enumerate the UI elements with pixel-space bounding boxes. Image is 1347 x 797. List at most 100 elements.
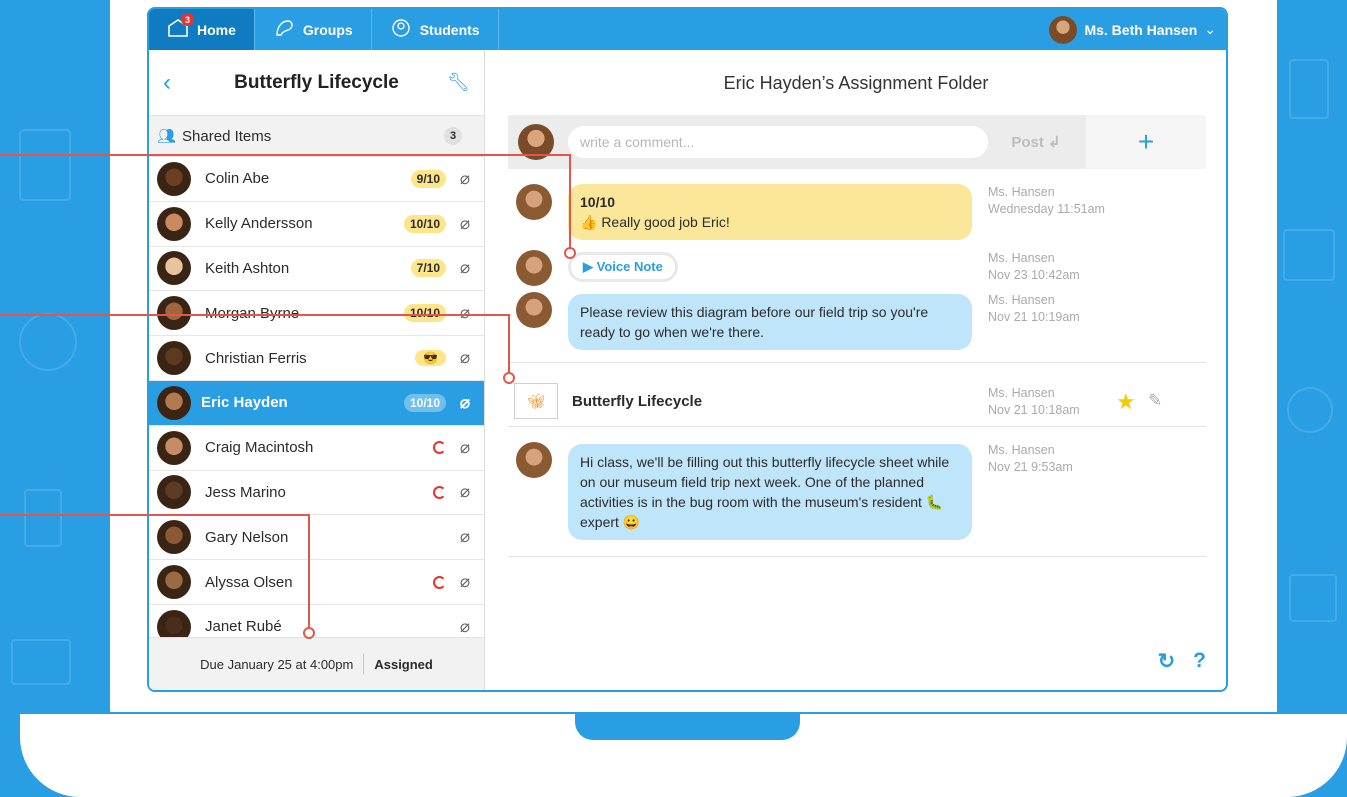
- student-name: Kelly Andersson: [205, 215, 313, 233]
- wrench-icon[interactable]: 🔧︎: [430, 72, 470, 93]
- student-name: Gary Nelson: [205, 528, 289, 546]
- student-row[interactable]: Kelly Andersson 10/10 ⌀: [149, 202, 484, 247]
- refresh-icon[interactable]: ↻: [1158, 649, 1176, 674]
- notification-badge: 3: [181, 13, 194, 26]
- student-name: Keith Ashton: [205, 259, 290, 277]
- tab-students[interactable]: Students: [372, 9, 499, 50]
- student-name: Christian Ferris: [205, 349, 307, 367]
- paperclip-icon: ⌀: [459, 213, 471, 233]
- tab-home-label: Home: [197, 21, 236, 38]
- comment-time: Nov 23 10:42am: [988, 268, 1080, 282]
- student-row[interactable]: Gary Nelson ⌀: [149, 515, 484, 561]
- pencil-icon[interactable]: ✎: [1148, 391, 1162, 411]
- paperclip-icon: ⌀: [459, 437, 471, 457]
- bottom-toolbar: ↻ ?: [1158, 649, 1206, 674]
- student-avatar: [157, 296, 191, 331]
- student-avatar: [157, 385, 191, 420]
- assignment-title: Butterfly Lifecycle: [234, 71, 399, 93]
- shared-items-row[interactable]: 👥︎ Shared Items 3: [149, 116, 484, 157]
- student-name: Craig Macintosh: [205, 439, 314, 457]
- grade-badge: 10/10: [403, 304, 446, 323]
- comment-time: Wednesday 11:51am: [988, 202, 1105, 216]
- comment-meta: Ms. Hansen Nov 21 10:19am: [988, 292, 1080, 326]
- butterfly-thumbnail: 🦋︎: [514, 383, 558, 419]
- shared-items-label: Shared Items: [182, 127, 272, 145]
- post-label: Post: [1011, 134, 1044, 151]
- tab-groups[interactable]: Groups: [255, 9, 372, 50]
- attachment-meta: Ms. Hansen Nov 21 10:18am: [988, 385, 1080, 419]
- voice-note-button[interactable]: ▶ Voice Note: [568, 252, 678, 282]
- assigned-status[interactable]: Assigned: [374, 657, 433, 672]
- comment-time: Nov 21 9:53am: [988, 460, 1073, 474]
- grade-badge: 10/10: [403, 214, 446, 233]
- student-name: Jess Marino: [205, 483, 286, 501]
- comment-text: 👍 Really good job Eric!: [580, 214, 730, 230]
- student-avatar: [157, 475, 191, 510]
- paperclip-icon: ⌀: [459, 527, 471, 547]
- comment-meta: Ms. Hansen Wednesday 11:51am: [988, 184, 1105, 218]
- comment-bubble: Please review this diagram before our fi…: [568, 294, 972, 350]
- student-row[interactable]: Morgan Byrne 10/10 ⌀: [149, 291, 484, 337]
- device-notch: [575, 712, 800, 740]
- comment-author: Ms. Hansen: [988, 293, 1055, 307]
- student-row[interactable]: Jess Marino ⌀: [149, 471, 484, 516]
- tab-groups-label: Groups: [302, 21, 353, 38]
- student-avatar: [157, 251, 191, 286]
- shared-group-icon: 👥︎: [157, 128, 177, 145]
- student-avatar: [157, 565, 191, 600]
- comment-time: Nov 21 10:19am: [988, 310, 1080, 324]
- plus-icon: +: [1137, 126, 1155, 157]
- due-date: Due January 25 at 4:00pm: [200, 656, 354, 672]
- student-name: Morgan Byrne: [205, 304, 300, 322]
- user-menu[interactable]: Ms. Beth Hansen ⌄: [1049, 9, 1226, 50]
- add-attachment-button[interactable]: +: [1086, 115, 1206, 169]
- teacher-avatar: [516, 184, 552, 220]
- comment-author: Ms. Hansen: [988, 185, 1055, 199]
- student-row[interactable]: Christian Ferris 😎 ⌀: [149, 336, 484, 381]
- student-row[interactable]: Colin Abe 9/10 ⌀: [149, 157, 484, 202]
- app-window: 3 Home Groups Students Ms. Beth Hansen ⌄…: [147, 7, 1228, 692]
- grade-badge: 10/10: [403, 393, 446, 412]
- paperclip-icon: ⌀: [459, 392, 471, 412]
- student-row[interactable]: Eric Hayden 10/10 ⌀: [149, 380, 484, 426]
- student-list: Colin Abe 9/10 ⌀ Kelly Andersson 10/10 ⌀ Keith…: [149, 157, 484, 650]
- student-row[interactable]: Keith Ashton 7/10 ⌀: [149, 247, 484, 292]
- grade-badge: 7/10: [410, 259, 446, 278]
- grade-value: 10/10: [580, 194, 616, 210]
- student-avatar: [157, 520, 191, 555]
- emoji-badge: 😎: [415, 350, 446, 367]
- grade-badge: 9/10: [410, 169, 446, 188]
- student-avatar: [157, 206, 191, 241]
- sidebar-header: ‹ Butterfly Lifecycle 🔧︎: [149, 50, 484, 116]
- shared-items-count: 3: [444, 127, 462, 145]
- sidebar-footer: Due January 25 at 4:00pm Assigned: [149, 637, 484, 690]
- user-name: Ms. Beth Hansen: [1084, 21, 1198, 38]
- tab-home[interactable]: 3 Home: [149, 9, 255, 50]
- student-avatar: [157, 341, 191, 376]
- groups-icon: [273, 18, 295, 41]
- teacher-avatar: [516, 442, 552, 478]
- comment-author: Ms. Hansen: [988, 251, 1055, 265]
- teacher-avatar: [516, 292, 552, 328]
- comment-author: Ms. Hansen: [988, 443, 1055, 457]
- paperclip-icon: ⌀: [459, 168, 471, 188]
- paperclip-icon: ⌀: [459, 258, 471, 278]
- student-name: Alyssa Olsen: [205, 573, 293, 591]
- back-arrow-icon[interactable]: ‹: [163, 69, 203, 97]
- comment-meta: Ms. Hansen Nov 23 10:42am: [988, 250, 1080, 284]
- divider: [508, 362, 1206, 363]
- star-icon[interactable]: ★: [1116, 389, 1136, 415]
- post-button[interactable]: Post ↲: [988, 133, 1084, 151]
- student-row[interactable]: Alyssa Olsen ⌀: [149, 560, 484, 605]
- in-progress-icon: [433, 441, 446, 455]
- help-button[interactable]: ?: [1193, 649, 1206, 674]
- divider: [508, 556, 1206, 557]
- student-row[interactable]: Craig Macintosh ⌀: [149, 426, 484, 471]
- attachment-time: Nov 21 10:18am: [988, 403, 1080, 417]
- comment-input[interactable]: write a comment...: [568, 126, 988, 158]
- students-icon: [390, 18, 412, 41]
- in-progress-icon: [433, 485, 446, 499]
- paperclip-icon: ⌀: [459, 303, 471, 323]
- top-nav: 3 Home Groups Students Ms. Beth Hansen ⌄: [149, 9, 1226, 50]
- student-name: Colin Abe: [205, 170, 270, 188]
